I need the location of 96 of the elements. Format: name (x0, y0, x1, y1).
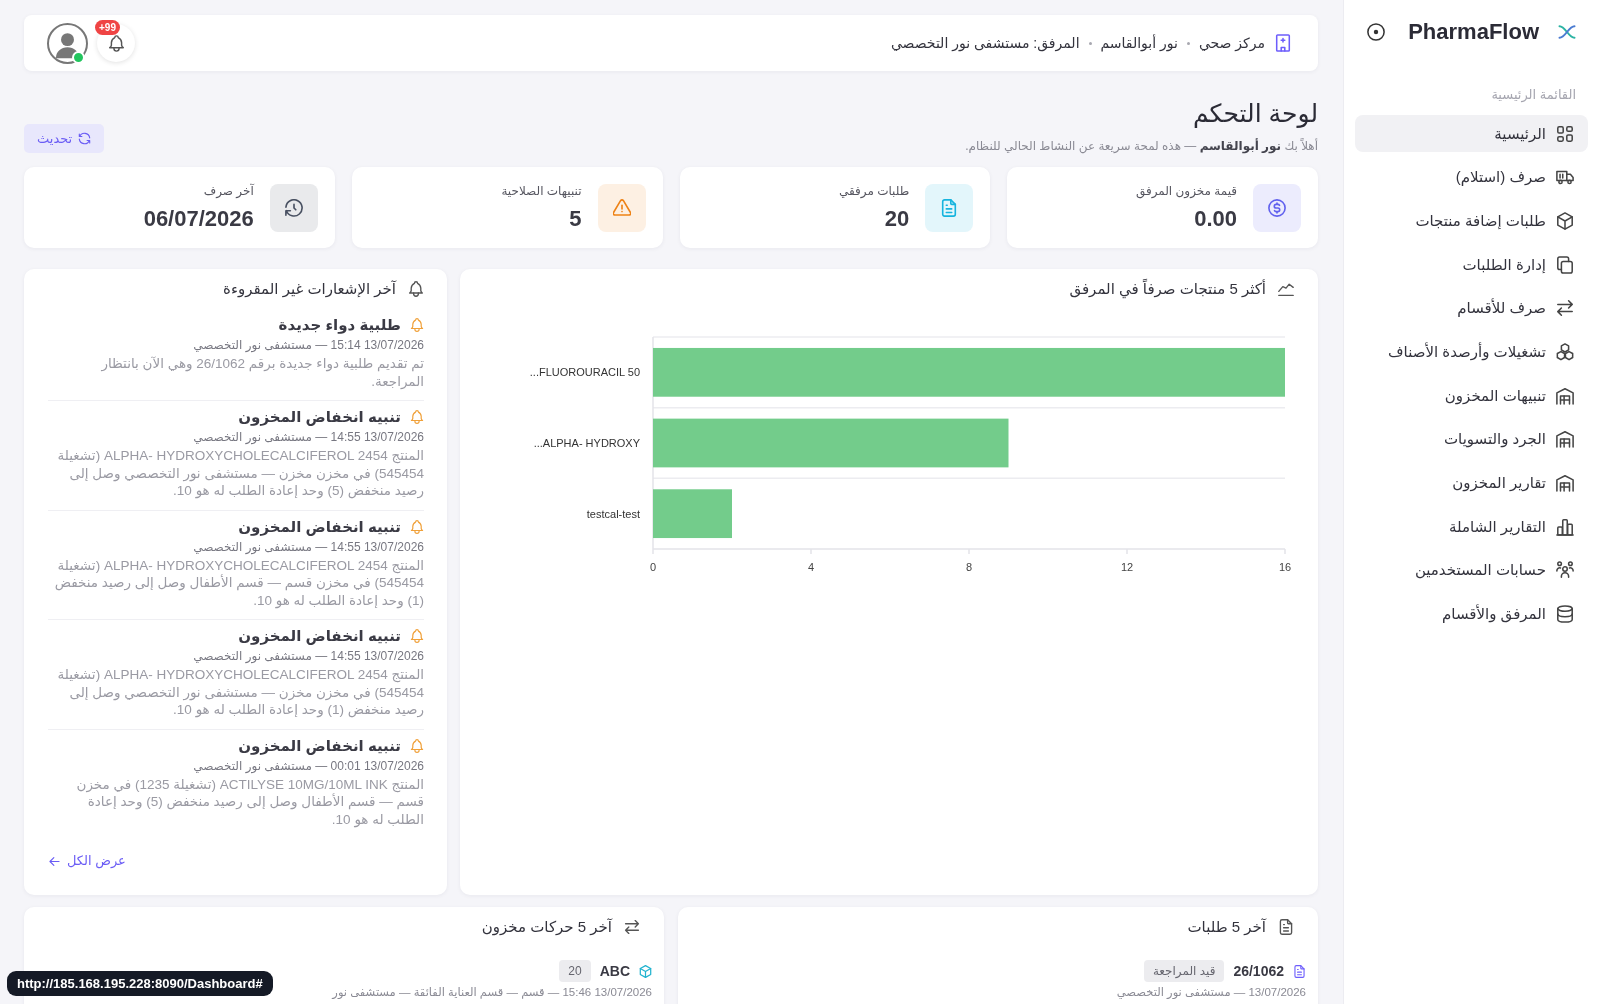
bell-icon (410, 318, 424, 332)
bell-icon (410, 410, 424, 424)
stat-label: طلبات مرفقي (838, 183, 910, 200)
sidebar-item[interactable]: حسابات المستخدمين (1355, 551, 1588, 589)
notification-text: المنتج ALPHA- HYDROXYCHOLECALCIFEROL 2454 (تشغيلة 545454) في مخزن مخزن — مستشفى نور التخصصي وصل إلى رصيد منخفض (1) وحد إعادة الطلب له هو 10. (56, 666, 424, 719)
warehouse-icon (1556, 474, 1574, 492)
notification-title: طلبية دواء جديدة (278, 316, 401, 334)
status-badge: قيد المراجعة (1143, 960, 1225, 982)
database-icon (1556, 605, 1574, 624)
refresh-icon (78, 132, 92, 145)
axis-tick-label: 0 (649, 561, 657, 573)
cubes-icon (1556, 342, 1574, 361)
product-name: ABC (599, 963, 630, 979)
files-icon (1556, 255, 1574, 274)
arrows-icon (1556, 299, 1574, 318)
movement-meta: 13/07/2026 15:46 — قسم — قسم العناية الفائقة — مستشفى نور (332, 985, 652, 1001)
sidebar-item[interactable]: المرفق والأقسام (1355, 595, 1588, 633)
arrows-icon (624, 919, 640, 935)
notification-meta: 13/07/2026 00:01 — مستشفى نور التخصصي (192, 757, 424, 776)
stat-value: 5 (568, 206, 582, 232)
building-icon (1274, 34, 1292, 52)
stat-value: 06/07/2026 (143, 206, 254, 232)
notification-title: تنبيه انخفاض المخزون (238, 736, 401, 755)
sidebar-item[interactable]: الرئيسية (1355, 115, 1588, 152)
notification-badge: +99 (95, 20, 120, 35)
sidebar-item[interactable]: طلبات إضافة منتجات (1355, 202, 1588, 240)
sidebar-item[interactable]: صرف للأقسام (1355, 289, 1588, 327)
panel-title: أكثر 5 منتجات صرفاً في المرفق (1069, 280, 1266, 298)
bell-icon (410, 738, 424, 753)
axis-tick-label: 12 (1120, 561, 1134, 573)
cube-icon (1556, 211, 1574, 230)
notification-text: المنتج ALPHA- HYDROXYCHOLECALCIFEROL 2454 (تشغيلة 545454) في مخزن مخزن — مستشفى نور التخصصي وصل إلى رصيد منخفض (5) وحد إعادة الطلب له هو 10. (56, 447, 424, 500)
sidebar-item[interactable]: صرف (استلام) (1355, 158, 1588, 196)
axis-tick-label: 16 (1278, 561, 1292, 573)
sidebar-item[interactable]: إدارة الطلبات (1355, 246, 1588, 284)
panel-title: آخر الإشعارات غير المقروءة (223, 280, 396, 298)
section-label: القائمة الرئيسية (1490, 86, 1577, 103)
notification-text: المنتج ACTILYSE 10MG/10ML INK (تشغيلة 1235) في مخزن قسم — قسم الأطفال وصل إلى رصيد منخفض (5) وحد إعادة الطلب له هو 10. (75, 775, 424, 828)
dot-separator-icon (1088, 41, 1092, 45)
breadcrumb-text: المرفق: مستشفى نور التخصصي (890, 35, 1080, 51)
bell-icon (408, 281, 424, 297)
breadcrumb-text: مركز صحي (1198, 35, 1265, 51)
sidebar-item[interactable]: الجرد والتسويات (1355, 420, 1588, 458)
line-chart-icon (1278, 281, 1294, 297)
notification-meta: 13/07/2026 14:55 — مستشفى نور التخصصي (192, 648, 424, 666)
notification-text: تم تقديم طلبية دواء جديدة برقم 26/1062 وهي الآن بانتظار المراجعة. (100, 355, 424, 390)
category-label: ...ALPHA- HYDROXY (533, 437, 640, 449)
sidebar-item[interactable]: التقارير الشاملة (1355, 508, 1588, 546)
stat-value: 0.00 (1193, 206, 1237, 232)
bar-chart-icon (1556, 517, 1574, 536)
dot-separator-icon (1186, 41, 1190, 45)
page-subtitle: أهلاً بك نور أبوالقاسم — هذه لمحة سريعة عن النشاط الحالي للنظام. (965, 138, 1318, 155)
category-label: testcal-test (586, 507, 640, 520)
order-meta: 13/07/2026 — مستشفى نور التخصصي (1116, 985, 1306, 1001)
sidebar-item[interactable]: تقارير المخزون (1355, 464, 1588, 502)
bell-icon (107, 34, 125, 52)
cube-icon (639, 964, 652, 978)
truck-icon (1556, 168, 1574, 187)
panel-title: آخر 5 حركات مخزون (481, 918, 612, 936)
quantity-badge: 20 (559, 960, 591, 982)
stat-label: تنبيهات الصلاحية (501, 183, 582, 200)
logo-icon (1557, 22, 1577, 42)
users-icon (1556, 561, 1574, 580)
breadcrumb-text: نور أبوالقاسم (1100, 35, 1178, 51)
circle-dot-icon[interactable] (1367, 23, 1385, 41)
notification-meta: 13/07/2026 15:14 — مستشفى نور التخصصي (192, 337, 424, 355)
view-all-link[interactable]: عرض الكل (48, 851, 126, 871)
sidebar-item[interactable]: تشغيلات وأرصدة الأصناف (1355, 333, 1588, 371)
notification-title: تنبيه انخفاض المخزون (238, 517, 401, 536)
bell-icon (410, 629, 424, 643)
bell-icon (410, 519, 424, 534)
warehouse-icon (1556, 430, 1574, 449)
axis-tick-label: 8 (965, 561, 973, 573)
stat-value: 20 (883, 206, 910, 232)
grid-icon (1556, 124, 1574, 143)
notification-title: تنبيه انخفاض المخزون (238, 627, 401, 645)
page-title: لوحة التحكم (1191, 98, 1318, 129)
refresh-button[interactable]: تحديث (24, 124, 105, 153)
notification-meta: 13/07/2026 14:55 — مستشفى نور التخصصي (192, 429, 424, 447)
order-number: 26/1062 (1233, 963, 1284, 979)
notification-text: المنتج ALPHA- HYDROXYCHOLECALCIFEROL 2454 (تشغيلة 545454) في مخزن قسم — قسم الأطفال وصل إلى رصيد منخفض (1) وحد إعادة الطلب له هو 10. (53, 556, 424, 609)
brand-name: PharmaFlow (1408, 19, 1539, 45)
user-avatar-icon[interactable] (47, 22, 88, 64)
category-label: ...FLUOROURACIL 50 (529, 366, 640, 379)
panel-title: آخر 5 طلبات (1187, 918, 1266, 936)
document-icon (1278, 919, 1294, 935)
link-url-tooltip: http://185.168.195.228:8090/Dashboard# (7, 971, 273, 996)
arrow-left-icon (48, 854, 61, 868)
document-icon (1293, 964, 1306, 978)
axis-tick-label: 4 (807, 561, 815, 573)
notification-title: تنبيه انخفاض المخزون (238, 408, 401, 426)
stat-label: قيمة مخزون المرفق (1135, 183, 1237, 200)
stat-label: آخر صرف (202, 183, 254, 200)
warehouse-icon (1556, 386, 1574, 405)
sidebar-item[interactable]: تنبيهات المخزون (1355, 377, 1588, 415)
notification-meta: 13/07/2026 14:55 — مستشفى نور التخصصي (192, 538, 424, 557)
